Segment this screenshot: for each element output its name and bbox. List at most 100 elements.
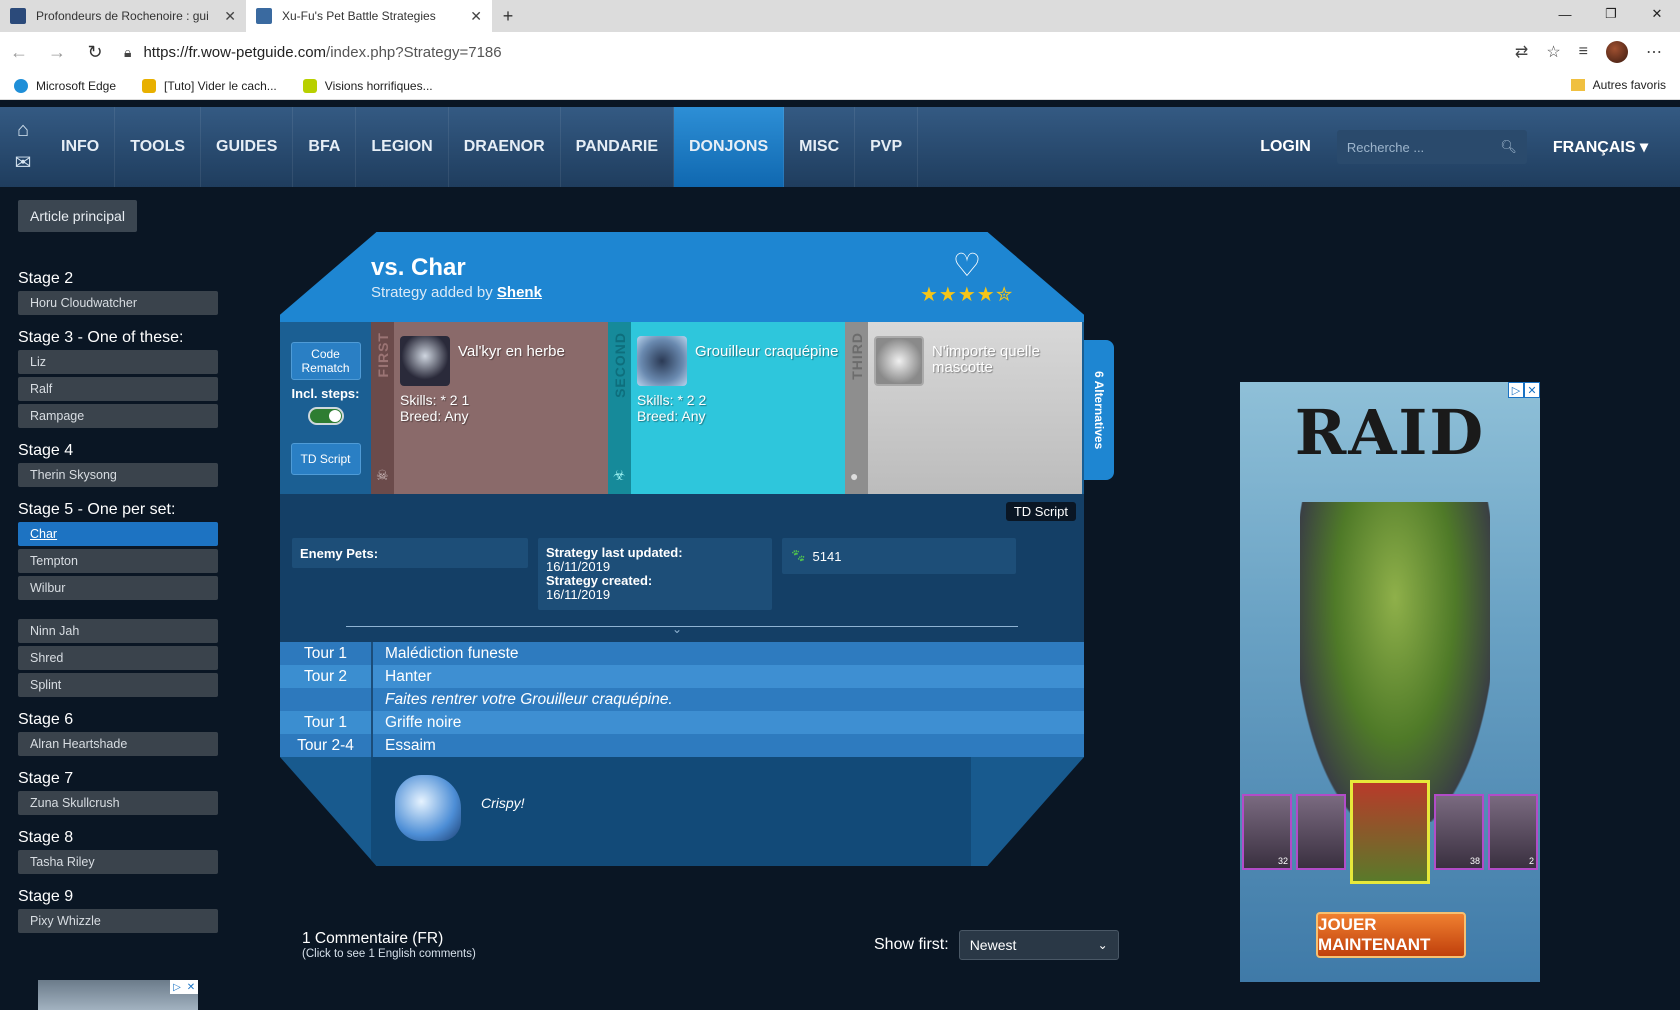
champion-card-featured [1350, 780, 1430, 884]
chevron-down-icon: ⌄ [1097, 938, 1108, 952]
more-menu-icon[interactable]: ⋯ [1646, 42, 1662, 62]
pet-portrait[interactable] [400, 336, 450, 386]
author-link[interactable]: Shenk [497, 284, 542, 301]
stage-item[interactable]: Ninn Jah [18, 619, 218, 643]
maximize-icon[interactable]: ❐ [1588, 0, 1634, 28]
tab-title: Profondeurs de Rochenoire : gui [36, 9, 209, 23]
pet-name[interactable]: Grouilleur craquépine [695, 344, 838, 360]
sidebar-ad[interactable]: ▷ ✕ [38, 980, 198, 1010]
nav-draenor[interactable]: DRAENOR [449, 107, 561, 187]
sort-select[interactable]: Newest ⌄ [958, 930, 1119, 960]
stage-item[interactable]: Shred [18, 646, 218, 670]
stage-item[interactable]: Wilbur [18, 576, 218, 600]
stage-item[interactable]: Zuna Skullcrush [18, 791, 218, 815]
stage-title: Stage 9 [18, 888, 74, 905]
favorites-list-icon[interactable]: ≡ [1579, 43, 1588, 61]
undead-family-icon: ☠ [376, 467, 389, 483]
td-script-button[interactable]: TD Script [290, 443, 361, 475]
stage-item[interactable]: Rampage [18, 404, 218, 428]
stage-item-active[interactable]: Char [18, 522, 218, 546]
nav-donjons[interactable]: DONJONS [674, 107, 785, 187]
close-window-icon[interactable]: ✕ [1634, 0, 1680, 28]
nav-pvp[interactable]: PVP [855, 107, 919, 187]
tab-close-icon[interactable]: ✕ [470, 8, 482, 25]
new-tab-icon[interactable]: + [492, 0, 524, 32]
tab-close-icon[interactable]: ✕ [224, 8, 236, 25]
nav-guides[interactable]: GUIDES [201, 107, 294, 187]
back-icon[interactable]: ← [0, 32, 38, 72]
stage-sidebar: Article principal Stage 2 Horu Cloudwatc… [18, 200, 218, 936]
nav-tools[interactable]: TOOLS [115, 107, 202, 187]
adchoices-icon[interactable]: ▷ [170, 980, 184, 994]
browser-tab-active[interactable]: Xu-Fu's Pet Battle Strategies ✕ [246, 0, 492, 32]
url-path: /index.php?Strategy=7186 [326, 43, 502, 61]
stage-item[interactable]: Horu Cloudwatcher [18, 291, 218, 315]
rating-stars[interactable]: ★★★★✮ [920, 282, 1013, 307]
nav-bfa[interactable]: BFA [293, 107, 357, 187]
turn-action[interactable]: Essaim [371, 734, 1084, 757]
champion-card: 32 [1242, 794, 1292, 870]
nav-pandarie[interactable]: PANDARIE [561, 107, 674, 187]
any-pet-icon[interactable] [874, 336, 924, 386]
main-article-button[interactable]: Article principal [18, 200, 137, 232]
login-link[interactable]: LOGIN [1260, 138, 1311, 156]
stage-item[interactable]: Tasha Riley [18, 850, 218, 874]
other-favorites[interactable]: Autres favoris [1570, 78, 1666, 92]
english-comments-link[interactable]: (Click to see 1 English comments) [302, 948, 476, 960]
stage-item[interactable]: Tempton [18, 549, 218, 573]
bookmark-item[interactable]: [Tuto] Vider le cach... [142, 78, 277, 93]
pet-name[interactable]: N'importe quelle mascotte [932, 344, 1076, 376]
stage-item[interactable]: Therin Skysong [18, 463, 218, 487]
turn-action[interactable]: Griffe noire [371, 711, 1084, 734]
turn-action[interactable]: Malédiction funeste [371, 642, 1084, 665]
nav-misc[interactable]: MISC [784, 107, 856, 187]
bookmark-item[interactable]: Microsoft Edge [14, 78, 116, 93]
refresh-icon[interactable]: ↻ [76, 32, 114, 72]
chevron-down-icon[interactable]: ⌄ [672, 622, 682, 636]
show-first-label: Show first: [874, 936, 949, 953]
play-now-button[interactable]: JOUER MAINTENANT [1316, 912, 1466, 958]
pet-mascot-image [395, 775, 461, 841]
ad-character-image [1300, 502, 1490, 822]
forward-icon[interactable]: → [38, 32, 76, 72]
url-field[interactable]: 🔒︎ https://fr.wow-petguide.com/index.php… [124, 44, 1515, 61]
alternatives-tab[interactable]: 6 Alternatives [1084, 340, 1114, 480]
favorite-star-icon[interactable]: ☆ [1546, 42, 1560, 62]
slot-label: SECOND [611, 332, 628, 398]
stage-item[interactable]: Alran Heartshade [18, 732, 218, 756]
stage-title: Stage 5 - One per set: [18, 501, 176, 518]
ad-close-icon[interactable]: ✕ [184, 980, 198, 994]
site-navigation: ⌂ ✉ INFO TOOLS GUIDES BFA LEGION DRAENOR… [0, 107, 1680, 187]
browser-tab[interactable]: Profondeurs de Rochenoire : gui ✕ [0, 0, 246, 32]
turn-action[interactable]: Hanter [371, 665, 1084, 688]
stage-item[interactable]: Pixy Whizzle [18, 909, 218, 933]
nav-info[interactable]: INFO [46, 107, 116, 187]
bookmark-favicon-icon [302, 78, 317, 93]
bookmark-item[interactable]: Visions horrifiques... [302, 78, 433, 93]
last-updated-date: 16/11/2019 [546, 559, 611, 574]
stage-item[interactable]: Splint [18, 673, 218, 697]
incl-steps-toggle[interactable] [307, 407, 344, 425]
mail-icon[interactable]: ✉ [15, 150, 32, 175]
minimize-icon[interactable]: — [1542, 0, 1588, 28]
slot-label: FIRST [374, 332, 391, 378]
profile-avatar[interactable] [1606, 41, 1628, 63]
strategy-title: vs. Char [371, 254, 466, 281]
search-icon[interactable]: 🔍︎ [1500, 139, 1517, 155]
code-rematch-button[interactable]: Code Rematch [290, 342, 361, 380]
home-icon[interactable]: ⌂ [17, 119, 29, 142]
search-input[interactable]: Recherche ... 🔍︎ [1336, 130, 1527, 164]
td-script-badge[interactable]: TD Script [1005, 502, 1076, 521]
nav-legion[interactable]: LEGION [356, 107, 449, 187]
turn-number [280, 688, 371, 711]
language-selector[interactable]: FRANÇAIS ▾ [1553, 137, 1648, 157]
stage-item[interactable]: Liz [18, 350, 218, 374]
stage-title: Stage 3 - One of these: [18, 329, 184, 346]
turn-row: Tour 2-4 Essaim [280, 734, 1084, 757]
stage-item[interactable]: Ralf [18, 377, 218, 401]
pet-slot-second: SECOND Grouilleur craquépine Skills: * 2… [608, 322, 845, 494]
translate-icon[interactable]: ⇄ [1515, 42, 1528, 62]
pet-name[interactable]: Val'kyr en herbe [458, 344, 565, 360]
raid-advertisement[interactable]: ▷ ✕ RAID 32 38 2 JOUER MAINTENANT [1240, 382, 1540, 982]
pet-portrait[interactable] [637, 336, 687, 386]
